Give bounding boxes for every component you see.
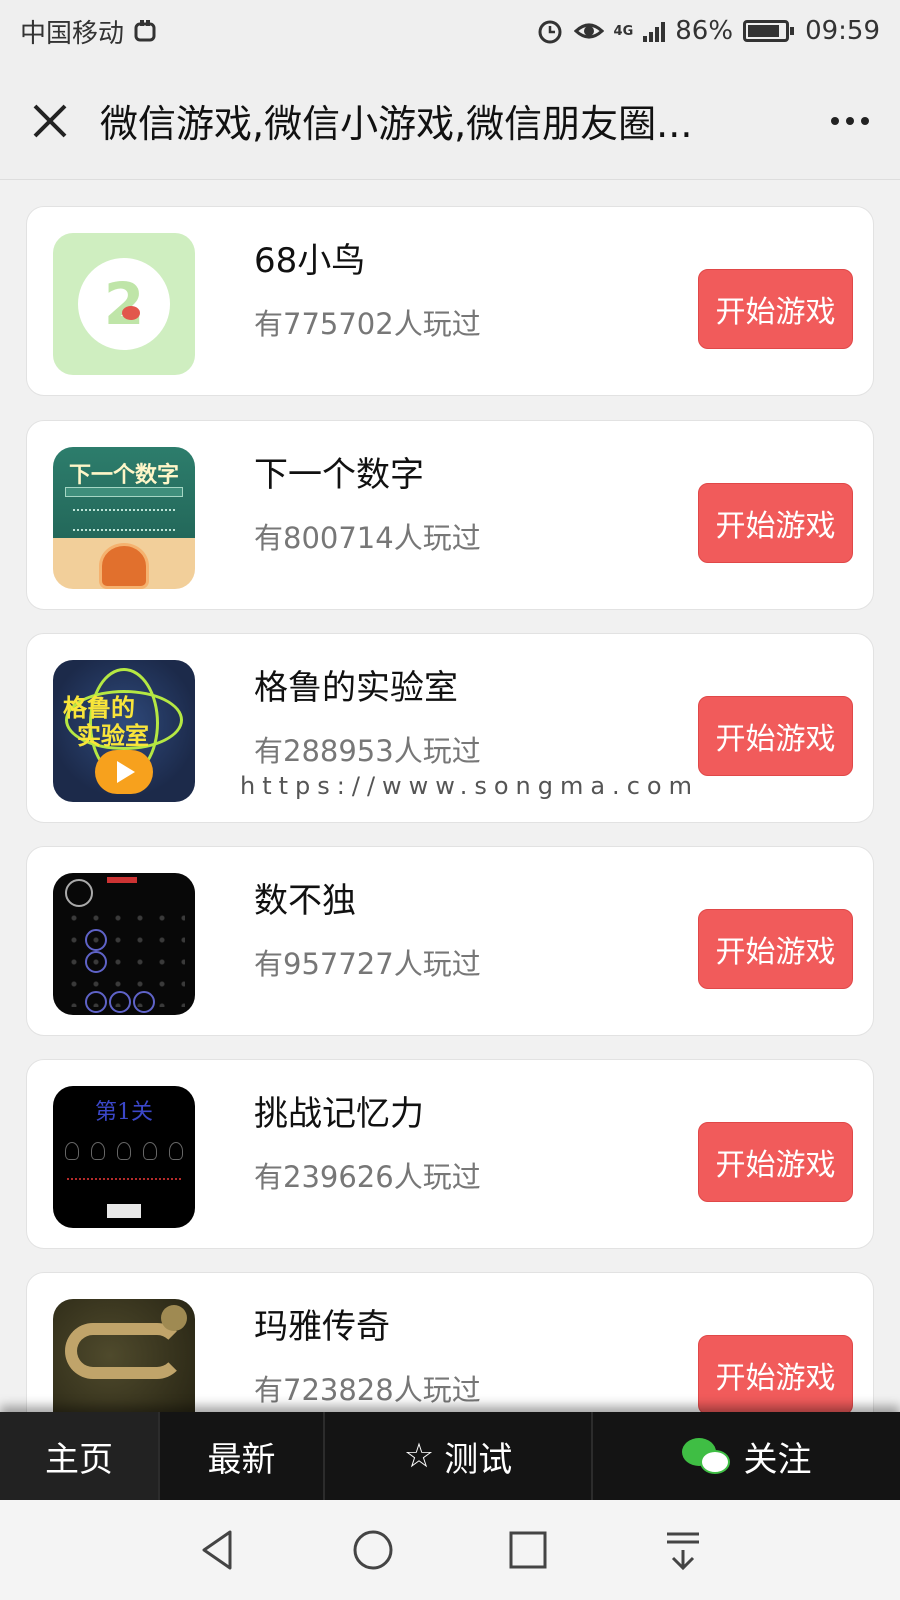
game-card: 玛雅传奇 有723828人玩过 开始游戏 [26,1272,874,1412]
network-type-label: 4G [613,23,634,39]
game-plays: 有775702人玩过 [254,307,481,341]
eye-icon [573,23,604,39]
game-plays: 有800714人玩过 [254,521,481,555]
game-name: 玛雅传奇 [254,1307,390,1347]
start-game-button[interactable]: 开始游戏 [698,696,853,776]
more-icon-dot [846,116,854,125]
bottom-menu: 主页 最新 ☆ 测试 关注 [0,1412,900,1500]
game-card: 2 68小鸟 有775702人玩过 开始游戏 [26,206,874,396]
lab-game-icon[interactable]: 格鲁的 实验室 [53,660,195,802]
start-game-button[interactable]: 开始游戏 [698,1122,853,1202]
home-icon[interactable] [351,1528,395,1572]
back-button[interactable] [188,1520,248,1580]
menu-test[interactable]: ☆ 测试 [325,1412,593,1500]
game-name: 挑战记忆力 [254,1094,424,1134]
clock: 09:59 [805,16,880,46]
bird-game-icon[interactable]: 2 [53,233,195,375]
game-plays: 有239626人玩过 [254,1160,481,1194]
pulldown-icon[interactable] [661,1528,705,1572]
game-card: 第1关 挑战记忆力 有239626人玩过 开始游戏 [26,1059,874,1249]
back-icon[interactable] [196,1528,240,1572]
game-name: 数不独 [254,881,356,921]
sudoku-game-icon[interactable] [53,873,195,1015]
menu-test-label: 测试 [444,1439,513,1480]
star-icon: ☆ [403,1436,435,1476]
close-button[interactable] [0,62,100,179]
notification-pulldown-button[interactable] [653,1520,713,1580]
alarm-icon [538,20,562,44]
more-icon-dot [861,116,869,125]
game-card: 下一个数字 下一个数字 有800714人玩过 开始游戏 [26,420,874,610]
next-number-game-icon[interactable]: 下一个数字 [53,447,195,589]
wechat-icon [681,1436,732,1476]
battery-percent: 86% [675,16,734,46]
start-game-button[interactable]: 开始游戏 [698,909,853,989]
game-plays: 有288953人玩过 [254,734,481,768]
start-game-button[interactable]: 开始游戏 [698,1335,853,1412]
game-name: 下一个数字 [254,455,424,495]
more-icon[interactable] [831,116,839,125]
more-button[interactable] [800,62,900,179]
menu-follow-label: 关注 [743,1439,812,1480]
memory-game-icon[interactable]: 第1关 [53,1086,195,1228]
icon-title: 下一个数字 [68,463,179,488]
game-card: 数不独 有957727人玩过 开始游戏 [26,846,874,1036]
home-button[interactable] [343,1520,403,1580]
menu-latest-label: 最新 [207,1439,276,1480]
carrier-label: 中国移动 [20,18,125,49]
game-name: 格鲁的实验室 [254,668,458,708]
status-bar: 中国移动 4G 86% 09:59 [0,0,900,62]
start-game-button[interactable]: 开始游戏 [698,269,853,349]
system-nav-bar [0,1500,900,1600]
game-plays: 有723828人玩过 [254,1373,481,1407]
icon-title-line2: 实验室 [77,722,149,750]
page-title: 微信游戏,微信小游戏,微信朋友圈... [100,102,693,146]
play-icon [95,750,153,794]
recents-button[interactable] [498,1520,558,1580]
menu-latest[interactable]: 最新 [160,1412,325,1500]
menu-home-label: 主页 [45,1439,113,1480]
maya-game-icon[interactable] [53,1299,195,1412]
start-game-button[interactable]: 开始游戏 [698,483,853,563]
nav-bar: 微信游戏,微信小游戏,微信朋友圈... [0,62,900,180]
game-name: 68小鸟 [254,241,366,281]
battery-icon [743,20,795,42]
notification-icon [134,20,156,42]
watermark: https://www.songma.com [240,772,699,800]
menu-home[interactable]: 主页 [0,1412,160,1500]
recents-icon[interactable] [506,1528,550,1572]
icon-title: 第1关 [95,1100,153,1125]
close-icon[interactable] [30,101,70,141]
menu-follow[interactable]: 关注 [593,1412,900,1500]
signal-icon [643,20,666,42]
game-plays: 有957727人玩过 [254,947,481,981]
